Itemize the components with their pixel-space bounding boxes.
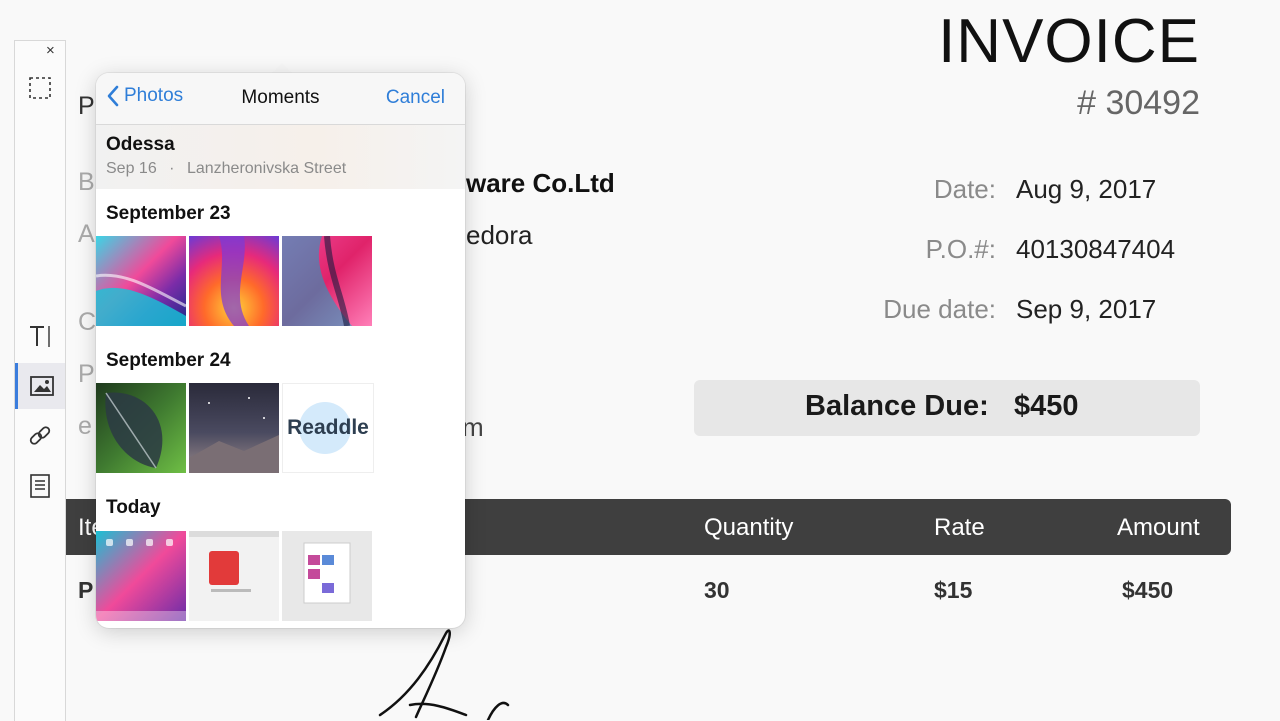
company-email[interactable]: m [462,412,484,443]
readdle-logo: Readdle [287,416,369,439]
row-quantity[interactable]: 30 [704,577,730,604]
row-amount[interactable]: $450 [1122,577,1173,604]
section-title: Today [106,497,161,518]
signature [378,629,510,720]
photo-thumbnail[interactable] [189,531,279,621]
note-icon[interactable] [15,463,65,509]
photo-thumbnail[interactable] [96,531,186,621]
photo-thumbnail[interactable] [96,236,186,326]
photo-thumbnail[interactable] [282,236,372,326]
moment-name: Odessa [106,134,175,155]
invoice-number: # 30492 [1077,84,1200,122]
col-quantity: Quantity [704,514,794,541]
moment-place: Lanzheronivska Street [186,160,347,177]
close-icon[interactable]: × [46,42,55,59]
image-icon[interactable] [15,363,65,409]
company-city[interactable]: edora [466,220,533,251]
photo-thumbnail[interactable] [189,383,279,473]
section-title: September 24 [106,350,231,371]
row-rate[interactable]: $15 [934,577,972,604]
left-field-3[interactable]: A [78,220,95,249]
moment-subtitle: Sep 16 · Lanzheronivska Street [106,160,346,178]
invoice-title: INVOICE [938,7,1200,76]
po-label: P.O.#: [925,234,996,264]
left-field-1[interactable]: P [78,92,95,121]
company-name[interactable]: ware Co.Ltd [466,168,615,199]
left-field-5[interactable]: P [78,360,95,389]
due-date-value[interactable]: Sep 9, 2017 [1016,294,1156,325]
row-item[interactable]: P [78,577,93,604]
section-title: September 23 [106,203,231,224]
separator-dot: · [169,160,175,177]
left-field-4[interactable]: C [78,308,96,337]
left-field-6[interactable]: e [78,412,92,441]
balance-due-value: $450 [1014,390,1079,422]
cancel-button[interactable]: Cancel [386,87,445,109]
left-field-2[interactable]: B [78,168,95,197]
po-value[interactable]: 40130847404 [1016,234,1175,265]
balance-due-label: Balance Due: [805,390,989,422]
photo-thumbnail[interactable] [189,236,279,326]
photo-thumbnail[interactable] [282,531,372,621]
text-icon[interactable] [15,313,65,359]
selection-icon[interactable] [15,65,65,111]
moment-date: Sep 16 [106,160,157,177]
photo-thumbnail[interactable]: Readdle [282,383,374,473]
col-amount: Amount [1117,514,1200,541]
annotation-toolbar: × [14,40,66,721]
photo-picker-popover: Photos Moments Cancel Odessa Sep 16 · La… [96,73,465,628]
due-date-label: Due date: [883,294,996,324]
date-value[interactable]: Aug 9, 2017 [1016,174,1156,205]
date-label: Date: [933,174,996,204]
moment-header[interactable]: Odessa Sep 16 · Lanzheronivska Street [96,125,465,189]
balance-due-box: Balance Due: $450 [694,380,1200,436]
col-rate: Rate [934,514,985,541]
link-icon[interactable] [15,413,65,459]
picker-nav-bar: Photos Moments Cancel [96,73,465,125]
photo-thumbnail[interactable] [96,383,186,473]
